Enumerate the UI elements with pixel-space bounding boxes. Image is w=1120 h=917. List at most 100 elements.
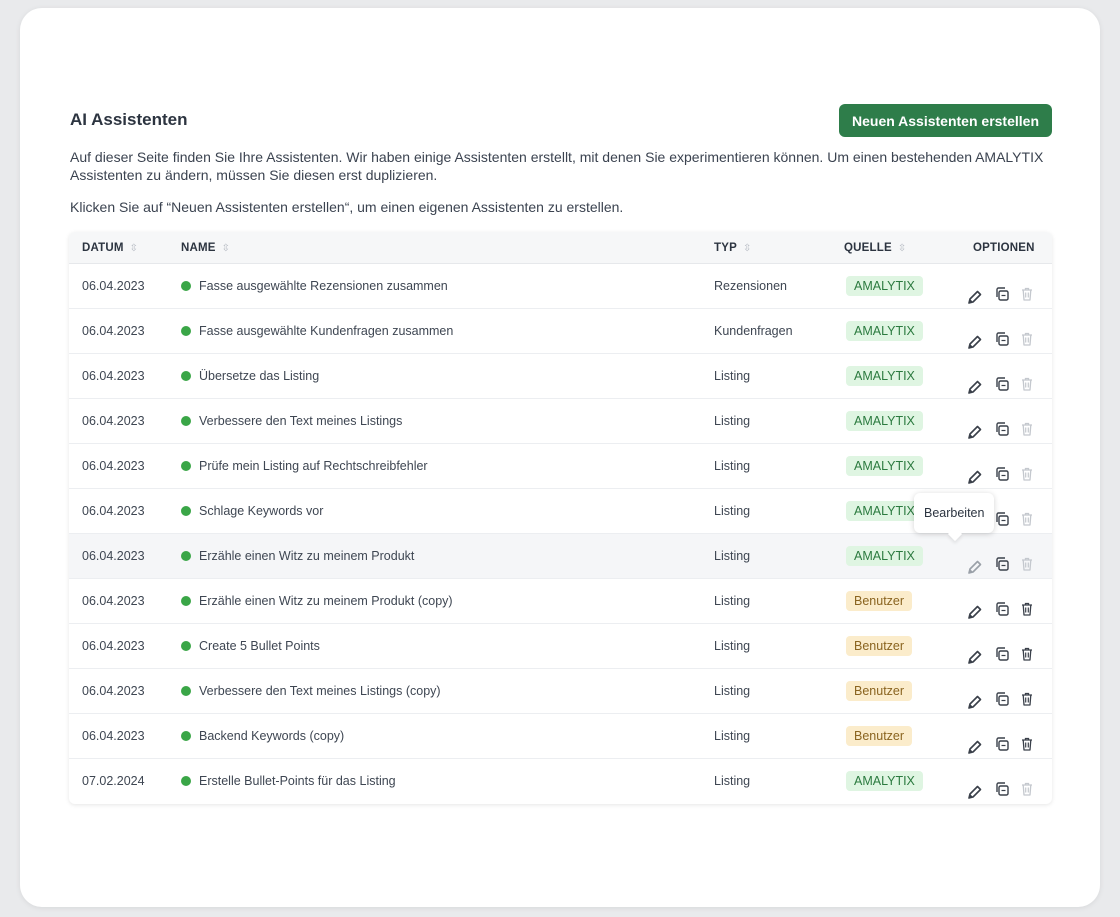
create-assistant-button[interactable]: Neuen Assistenten erstellen — [839, 104, 1052, 137]
pencil-icon[interactable] — [967, 684, 983, 709]
row-type: Listing — [714, 369, 751, 383]
page-header: AI Assistenten Neuen Assistenten erstell… — [70, 104, 1052, 138]
status-dot-icon — [181, 281, 191, 291]
pencil-icon[interactable] — [967, 729, 983, 754]
copy-icon[interactable] — [994, 726, 1010, 751]
row-name[interactable]: Fasse ausgewählte Rezensionen zusammen — [181, 264, 448, 309]
column-header-options: OPTIONEN — [973, 242, 1035, 254]
row-name[interactable]: Erstelle Bullet-Points für das Listing — [181, 759, 396, 804]
source-badge: Benutzer — [846, 591, 913, 611]
trash-icon[interactable] — [1019, 681, 1035, 706]
row-name[interactable]: Prüfe mein Listing auf Rechtschreibfehle… — [181, 444, 428, 489]
row-name-label: Übersetze das Listing — [199, 369, 320, 383]
table-row[interactable]: 06.04.2023 Verbessere den Text meines Lis… — [69, 399, 1052, 444]
row-name[interactable]: Verbessere den Text meines Listings (cop… — [181, 669, 441, 714]
pencil-icon[interactable] — [967, 594, 983, 619]
row-date: 06.04.2023 — [82, 504, 145, 518]
row-source: Benutzer — [846, 714, 913, 759]
status-dot-icon — [181, 371, 191, 381]
trash-icon[interactable] — [1019, 636, 1035, 661]
table-row[interactable]: 07.02.2024 Erstelle Bullet-Points für das… — [69, 759, 1052, 804]
row-source: AMALYTIX — [846, 489, 923, 534]
sort-icon[interactable]: ⇳ — [130, 243, 139, 254]
table-row[interactable]: 06.04.2023 Fasse ausgewählte Kundenfragen… — [69, 309, 1052, 354]
pencil-icon[interactable] — [967, 414, 983, 439]
table-row[interactable]: 06.04.2023 Prüfe mein Listing auf Rechtsc… — [69, 444, 1052, 489]
table-row[interactable]: 06.04.2023 Schlage Keywords vor Listing AMA… — [69, 489, 1052, 534]
table-header: DATUM ⇳ NAME ⇳ TYP ⇳ QUELLE ⇳ OPTIONEN — [69, 232, 1052, 264]
column-header-type[interactable]: TYP ⇳ — [714, 232, 752, 264]
intro-hint-text: Klicken Sie auf “Neuen Assistenten erste… — [70, 199, 624, 215]
copy-icon[interactable] — [994, 546, 1010, 571]
copy-icon[interactable] — [994, 636, 1010, 661]
trash-icon — [1019, 456, 1035, 481]
row-name[interactable]: Backend Keywords (copy) — [181, 714, 344, 759]
pencil-icon[interactable] — [967, 279, 983, 304]
table-row[interactable]: 06.04.2023 Erzähle einen Witz zu meinem P… — [69, 534, 1052, 579]
sort-icon[interactable]: ⇳ — [222, 243, 231, 254]
copy-icon[interactable] — [994, 591, 1010, 616]
pencil-icon[interactable] — [967, 549, 983, 574]
row-type: Listing — [714, 504, 751, 518]
row-date: 07.02.2024 — [82, 774, 145, 788]
source-badge: AMALYTIX — [846, 546, 923, 566]
copy-icon[interactable] — [994, 366, 1010, 391]
row-name[interactable]: Create 5 Bullet Points — [181, 624, 320, 669]
sort-icon[interactable]: ⇳ — [743, 243, 752, 254]
source-badge: AMALYTIX — [846, 771, 923, 791]
pencil-icon[interactable] — [967, 459, 983, 484]
row-name-label: Create 5 Bullet Points — [199, 639, 320, 653]
column-header-date[interactable]: DATUM ⇳ — [82, 232, 138, 264]
pencil-icon[interactable] — [967, 774, 983, 799]
row-source: AMALYTIX — [846, 354, 923, 399]
copy-icon[interactable] — [994, 276, 1010, 301]
copy-icon[interactable] — [994, 771, 1010, 796]
trash-icon — [1019, 501, 1035, 526]
row-name[interactable]: Verbessere den Text meines Listings — [181, 399, 402, 444]
row-name-label: Prüfe mein Listing auf Rechtschreibfehle… — [199, 459, 428, 473]
trash-icon — [1019, 321, 1035, 346]
table-row[interactable]: 06.04.2023 Create 5 Bullet Points Listing B… — [69, 624, 1052, 669]
trash-icon — [1019, 276, 1035, 301]
copy-icon[interactable] — [994, 456, 1010, 481]
row-date: 06.04.2023 — [82, 684, 145, 698]
pencil-icon[interactable] — [967, 639, 983, 664]
status-dot-icon — [181, 326, 191, 336]
main-card: AI Assistenten Neuen Assistenten erstell… — [20, 8, 1100, 907]
table-row[interactable]: 06.04.2023 Backend Keywords (copy) Listing… — [69, 714, 1052, 759]
row-name[interactable]: Fasse ausgewählte Kundenfragen zusammen — [181, 309, 453, 354]
trash-icon[interactable] — [1019, 726, 1035, 751]
row-name[interactable]: Schlage Keywords vor — [181, 489, 323, 534]
copy-icon[interactable] — [994, 681, 1010, 706]
copy-icon[interactable] — [994, 411, 1010, 436]
column-header-name[interactable]: NAME ⇳ — [181, 232, 230, 264]
status-dot-icon — [181, 416, 191, 426]
table-row[interactable]: 06.04.2023 Fasse ausgewählte Rezensionen … — [69, 264, 1052, 309]
row-options — [967, 309, 1047, 354]
table-row[interactable]: 06.04.2023 Erzähle einen Witz zu meinem P… — [69, 579, 1052, 624]
row-type: Listing — [714, 594, 751, 608]
row-name[interactable]: Erzähle einen Witz zu meinem Produkt — [181, 534, 414, 579]
row-source: AMALYTIX — [846, 309, 923, 354]
intro-text: Auf dieser Seite finden Sie Ihre Assiste… — [70, 149, 1044, 183]
edit-tooltip: Bearbeiten — [914, 493, 995, 533]
copy-icon[interactable] — [994, 501, 1010, 526]
row-type: Listing — [714, 729, 751, 743]
row-date: 06.04.2023 — [82, 369, 145, 383]
pencil-icon[interactable] — [967, 324, 983, 349]
row-name-label: Erzähle einen Witz zu meinem Produkt — [199, 549, 415, 563]
column-header-date-label: DATUM — [82, 242, 124, 254]
pencil-icon[interactable] — [967, 369, 983, 394]
row-name-label: Erstelle Bullet-Points für das Listing — [199, 774, 396, 788]
row-options — [967, 444, 1047, 489]
row-name[interactable]: Übersetze das Listing — [181, 354, 319, 399]
source-badge: AMALYTIX — [846, 501, 923, 521]
table-row[interactable]: 06.04.2023 Verbessere den Text meines Lis… — [69, 669, 1052, 714]
row-name[interactable]: Erzähle einen Witz zu meinem Produkt (co… — [181, 579, 453, 624]
sort-icon[interactable]: ⇳ — [898, 243, 907, 254]
trash-icon[interactable] — [1019, 591, 1035, 616]
table-row[interactable]: 06.04.2023 Übersetze das Listing Listing AM… — [69, 354, 1052, 399]
column-header-source[interactable]: QUELLE ⇳ — [844, 232, 906, 264]
copy-icon[interactable] — [994, 321, 1010, 346]
row-type: Listing — [714, 774, 751, 788]
